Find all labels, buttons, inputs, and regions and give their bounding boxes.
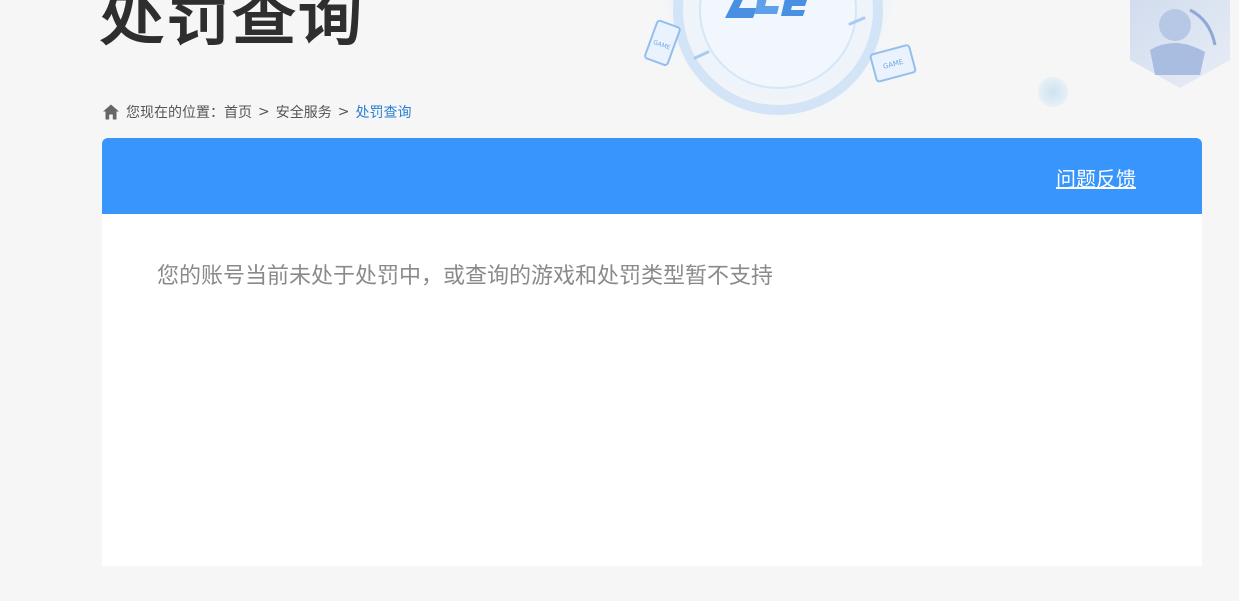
breadcrumb-prefix: 您现在的位置：	[126, 105, 224, 121]
breadcrumb-separator: >	[337, 104, 350, 120]
ace-banner-illustration: GAME GAME	[644, 0, 917, 135]
character-figure-illustration	[1130, 0, 1230, 88]
home-icon	[103, 104, 119, 120]
page-title: 处罚查询	[100, 0, 364, 55]
feedback-link[interactable]: 问题反馈	[1056, 163, 1136, 192]
breadcrumb-current: 处罚查询	[355, 105, 412, 121]
no-penalty-message: 您的账号当前未处于处罚中，或查询的游戏和处罚类型暂不支持	[157, 264, 774, 289]
breadcrumb-home-link[interactable]: 首页	[224, 102, 252, 122]
decorative-orb	[1038, 77, 1068, 107]
page: GAME GAME 处罚查询 您现在的位置： 首页 > 安全服务 > 处罚查询 …	[0, 0, 1239, 601]
breadcrumb-separator: >	[258, 104, 270, 120]
result-panel: 问题反馈 您的账号当前未处于处罚中，或查询的游戏和处罚类型暂不支持	[102, 138, 1202, 566]
panel-body: 您的账号当前未处于处罚中，或查询的游戏和处罚类型暂不支持	[102, 214, 1202, 334]
breadcrumb: 您现在的位置： 首页 > 安全服务 > 处罚查询	[102, 102, 411, 122]
breadcrumb-security-link[interactable]: 安全服务	[276, 102, 332, 122]
panel-header: 问题反馈	[102, 138, 1202, 214]
